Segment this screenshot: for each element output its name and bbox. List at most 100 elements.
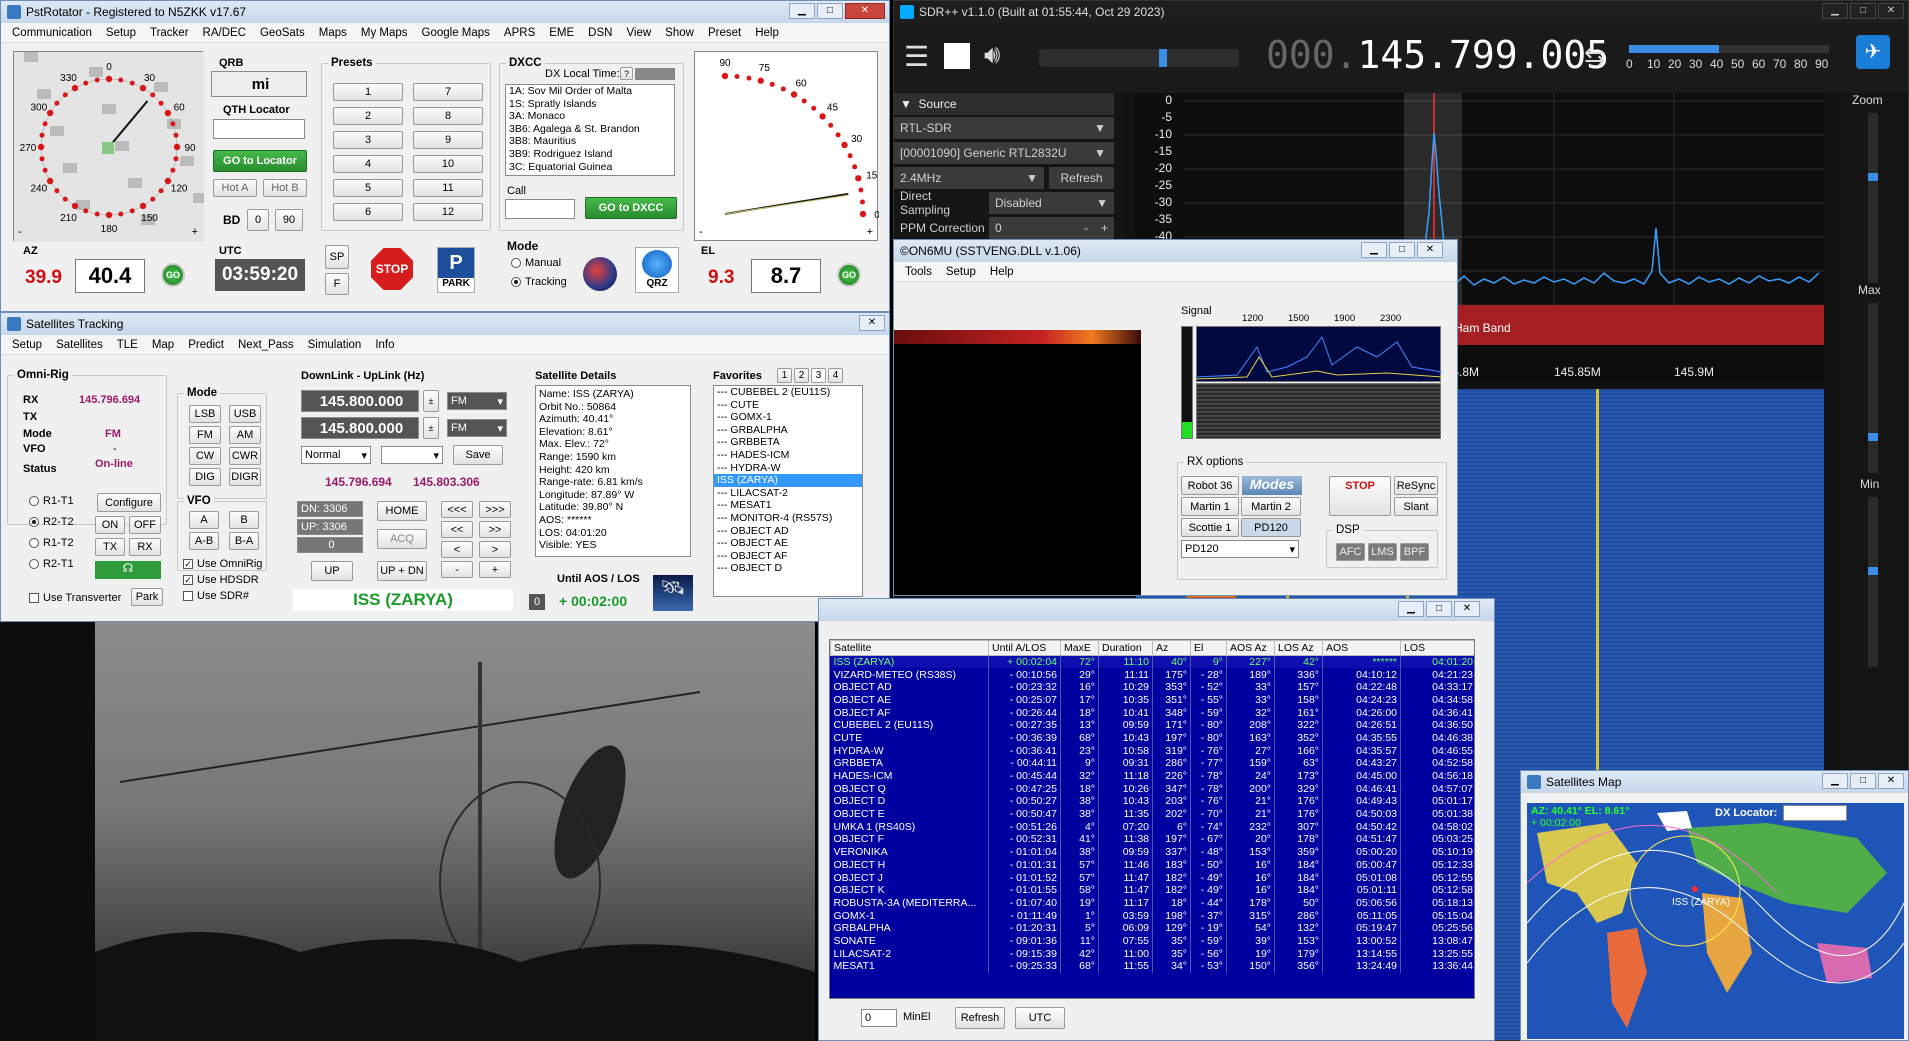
favorites-tab[interactable]: 2 [794,368,809,383]
menu-item[interactable]: Preset [701,27,748,39]
device-select[interactable]: RTL-SDR ▼ [894,117,1114,139]
el-go-button[interactable]: GO [837,263,861,287]
uplink-spinner[interactable]: ± [423,417,439,439]
table-row[interactable]: HYDRA-W - 00:36:41 23° 10:58 319° - 76° 27° 166… [830,744,1474,757]
qth-locator-input[interactable] [213,119,305,139]
play-stop-button[interactable] [944,43,970,69]
favorite-item[interactable]: ISS (ZARYA) [714,474,862,487]
world-map[interactable]: AZ: 40.41° EL: 8.61° + 00:02:00 DX Locat… [1527,803,1904,1039]
mode-button[interactable]: FM [189,426,221,444]
tx-button[interactable]: TX [95,538,125,556]
table-row[interactable]: GRBBETA - 00:44:11 9° 09:31 286° - 77° 159° 63°… [830,757,1474,770]
minimize-button[interactable]: ▁ [789,3,815,19]
dxcc-list[interactable]: 1A: Sov Mil Order of Malta 1S: Spratly Is… [505,84,675,176]
menu-item[interactable]: Maps [312,27,354,39]
table-row[interactable]: VERONIKA - 01:01:04 38° 09:59 337° - 48° 153° 3… [830,845,1474,859]
table-row[interactable]: OBJECT Q- 00:47:25 18° 10:26 347° - 78° 200° 3… [830,782,1474,796]
mode-button[interactable]: CWR [229,447,261,465]
tune-arrow-button[interactable]: < [441,541,473,558]
acq-button[interactable]: ACQ [377,529,427,549]
dx-help-button[interactable]: ? [620,67,633,80]
sstv-stop-button[interactable]: STOP [1329,476,1391,516]
favorite-item[interactable]: --- OBJECT AD [714,525,862,538]
menu-item[interactable]: My Maps [354,27,415,39]
dxcc-entry[interactable]: 3A: Monaco [506,110,674,123]
favorite-item[interactable]: --- CUTE [714,399,862,412]
uplink-input[interactable]: 145.800.000 [301,417,419,439]
favorite-item[interactable]: --- GOMX-1 [714,411,862,424]
minimize-button[interactable]: ▁ [1822,3,1848,19]
configure-button[interactable]: Configure [97,493,161,512]
tuning-mode-select[interactable]: Normal ▾ [301,446,371,464]
dxcc-entry[interactable]: 3C: Equatorial Guinea [506,161,674,174]
menu-item[interactable]: Show [658,27,701,39]
slant-button[interactable]: Slant [1394,497,1438,516]
table-row[interactable]: ISS (ZARYA) + 00:02:04 72° 11:10 40° 9° 227° 42… [830,655,1474,669]
favorite-item[interactable]: --- HADES-ICM [714,449,862,462]
table-row[interactable]: OBJECT J- 01:01:52 57° 11:47 182° - 49° 16° 18… [830,871,1474,884]
table-row[interactable]: OBJECT E- 00:50:47 38° 11:35 202° - 70° 21° 17… [830,807,1474,821]
preset-button[interactable]: 9 [413,131,483,149]
table-header[interactable]: AOS Az [1226,640,1275,656]
az-zoom-out-button[interactable]: - [18,226,22,238]
menu-item[interactable]: DSN [581,27,619,39]
globe-icon[interactable] [583,257,617,291]
maximize-button[interactable]: □ [1426,601,1452,617]
favorites-tab[interactable]: 1 [777,368,792,383]
table-header[interactable]: Satellite [830,640,989,656]
table-header[interactable]: El [1190,640,1227,656]
table-row[interactable]: CUBEBEL 2 (EU11S) - 00:27:35 13° 09:59 171° -… [830,718,1474,732]
preset-button[interactable]: 5 [333,179,403,197]
preset-button[interactable]: 11 [413,179,483,197]
mode-button[interactable]: DIG [189,468,221,486]
qrz-button[interactable]: QRZ [635,247,679,293]
f-button[interactable]: F [325,273,349,295]
lms-button[interactable]: LMS [1368,543,1397,561]
go-to-dxcc-button[interactable]: GO to DXCC [585,197,677,219]
preset-button[interactable]: 12 [413,203,483,221]
refresh-button[interactable]: Refresh [955,1007,1005,1029]
dxcc-entry[interactable]: 3B6: Agalega & St. Brandon [506,123,674,136]
menu-item[interactable]: APRS [497,27,542,39]
favorite-item[interactable]: --- HYDRA-W [714,462,862,475]
table-row[interactable]: OBJECT AE - 00:25:07 17° 10:35 351° - 55° 33° 1… [830,693,1474,707]
table-row[interactable]: OBJECT AD - 00:23:32 16° 10:29 353° - 52° 33° 1… [830,680,1474,694]
ppm-input[interactable]: 0- + [989,217,1114,239]
rig-off-button[interactable]: OFF [129,516,161,534]
menu-item[interactable]: Help [748,27,786,39]
table-row[interactable]: OBJECT D- 00:50:27 38° 10:43 203° - 76° 21° 17… [830,795,1474,808]
samplerate-select[interactable]: 2.4MHz ▼ [894,167,1044,189]
az-go-button[interactable]: GO [161,263,185,287]
table-row[interactable]: GRBALPHA - 01:20:31 5° 06:09 129° - 19° 54° 132… [830,921,1474,935]
preset-button[interactable]: 3 [333,131,403,149]
favorite-item[interactable]: --- OBJECT AE [714,537,862,550]
table-row[interactable]: SONATE - 09:01:36 11° 07:55 35° - 59° 39° 153° 1… [830,934,1474,948]
mode-button[interactable]: AM [229,426,261,444]
table-row[interactable]: OBJECT F- 00:52:31 41° 11:38 197° - 67° 20° 17… [830,833,1474,846]
rig-radio[interactable]: R1-T2 [29,537,74,549]
menu-item[interactable]: Predict [181,339,231,351]
el-zoom-out-button[interactable]: - [699,226,703,238]
el-zoom-in-button[interactable]: + [867,226,873,238]
table-header[interactable]: MaxE [1060,640,1099,656]
preset-button[interactable]: 2 [333,107,403,125]
utc-button[interactable]: UTC [1015,1007,1065,1029]
tune-arrow-button[interactable]: - [441,561,473,578]
sp-button[interactable]: SP [325,245,349,269]
minimize-button[interactable]: ▁ [1361,242,1387,258]
hot-a-button[interactable]: Hot A [213,179,257,197]
preset-button[interactable]: 6 [333,203,403,221]
minimize-button[interactable]: ▁ [1398,601,1424,617]
dxcc-entry[interactable]: 3B8: Mauritius [506,135,674,148]
tune-arrow-button[interactable]: > [479,541,511,558]
close-button[interactable]: ✕ [859,315,885,331]
use-hdsdr-checkbox[interactable]: ✓ Use HDSDR [183,574,259,586]
manual-radio[interactable]: Manual [511,257,561,269]
uplink-mode-select[interactable]: FM ▾ [447,419,507,437]
table-row[interactable]: MESAT1- 09:25:33 68° 11:55 34° - 53° 150° 356°… [830,960,1474,973]
table-row[interactable]: CUTE - 00:36:39 68° 10:43 197° - 80° 163° 352° 0… [830,731,1474,745]
maximize-button[interactable]: □ [1850,773,1876,789]
up-button[interactable]: UP [311,561,353,581]
maximize-button[interactable]: □ [1850,3,1876,19]
table-row[interactable]: OBJECT K- 01:01:55 58° 11:47 182° - 49° 16° 18… [830,883,1474,897]
